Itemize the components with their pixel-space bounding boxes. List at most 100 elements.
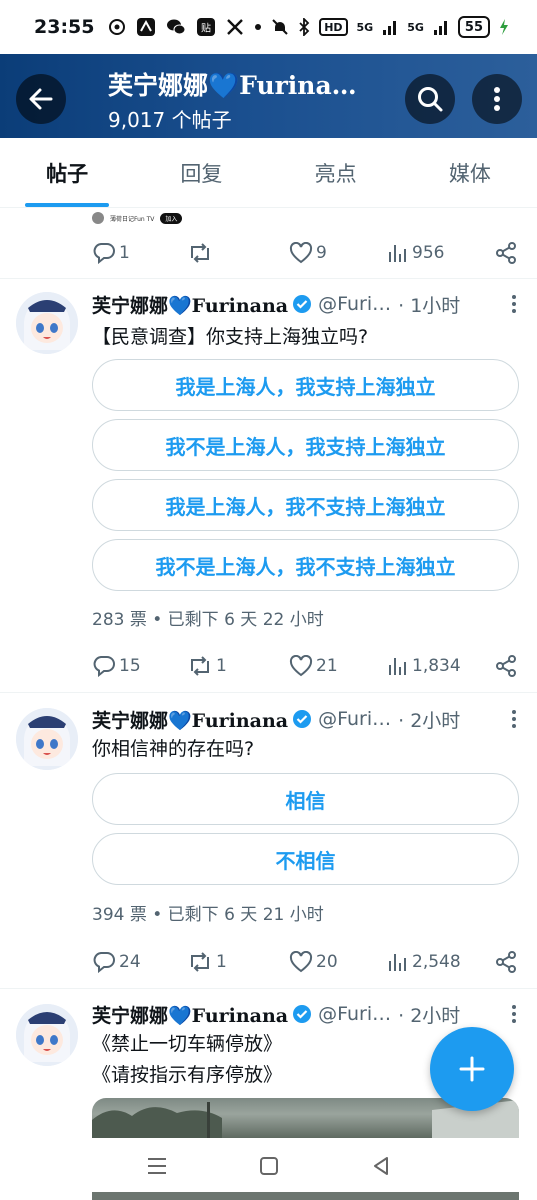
post-time[interactable]: · 2小时	[398, 1001, 460, 1028]
divider	[0, 692, 537, 693]
avatar[interactable]	[16, 1004, 78, 1066]
poll-option[interactable]: 我是上海人，我支持上海独立	[92, 359, 519, 411]
share-button[interactable]	[495, 242, 517, 264]
author-name[interactable]: 芙宁娜娜💙Furinana	[92, 706, 288, 733]
more-vertical-icon[interactable]	[511, 709, 517, 729]
repost-button[interactable]: 1	[187, 655, 289, 677]
x-logo-icon	[227, 19, 244, 35]
menu-icon[interactable]	[146, 1156, 168, 1176]
tab-media[interactable]: 媒体	[403, 138, 537, 207]
reply-count: 15	[119, 656, 141, 676]
mini-avatar	[92, 212, 104, 224]
compose-button[interactable]	[430, 1027, 514, 1111]
more-vertical-icon[interactable]	[511, 1004, 517, 1024]
poll-option[interactable]: 我不是上海人，我支持上海独立	[92, 419, 519, 471]
tab-highlights[interactable]: 亮点	[269, 138, 403, 207]
post-count: 9,017 个帖子	[108, 108, 232, 132]
system-icons: HD 5G 5G 55	[271, 16, 509, 38]
more-vertical-icon	[494, 87, 500, 111]
reply-button[interactable]: 1	[92, 242, 187, 264]
like-button[interactable]: 20	[289, 951, 387, 973]
poll-meta: 394 票 • 已剩下 6 天 21 小时	[92, 905, 324, 925]
like-count: 21	[316, 656, 338, 676]
more-vertical-icon[interactable]	[511, 294, 517, 314]
view-count: 1,834	[412, 656, 461, 676]
author-name[interactable]: 芙宁娜娜💙Furinana	[92, 291, 288, 318]
charging-icon	[500, 19, 508, 35]
poll-option[interactable]: 不相信	[92, 833, 519, 885]
views-icon	[389, 954, 406, 971]
avatar-image	[16, 1004, 78, 1066]
like-button[interactable]: 21	[289, 655, 387, 677]
home-icon[interactable]	[259, 1156, 279, 1176]
more-options-button[interactable]	[472, 74, 522, 124]
views-icon	[389, 658, 406, 675]
reply-button[interactable]: 24	[92, 951, 187, 973]
reply-count: 1	[119, 243, 130, 263]
post-time[interactable]: · 2小时	[398, 706, 460, 733]
svg-text:贴: 贴	[201, 22, 211, 35]
tweet-actions: 15 1 21 1,834	[92, 653, 517, 679]
status-bar: 23:55 贴 HD 5G 5G 55	[0, 0, 537, 54]
like-count: 9	[316, 243, 327, 263]
tweet-header: 芙宁娜娜💙Furinana @Furi… · 2小时	[92, 704, 517, 734]
repost-icon	[191, 656, 209, 676]
sim2-label: 5G	[407, 20, 424, 34]
signal-icon-2	[433, 21, 447, 35]
author-name[interactable]: 芙宁娜娜💙Furinana	[92, 1001, 288, 1028]
avatar-image	[16, 708, 78, 770]
share-icon	[496, 951, 516, 973]
views-button[interactable]: 956	[387, 242, 487, 264]
like-button[interactable]: 9	[289, 242, 387, 264]
sim1-label: 5G	[356, 20, 374, 34]
repost-icon	[191, 243, 209, 263]
mute-icon	[272, 19, 288, 35]
repost-button[interactable]: 1	[187, 951, 289, 973]
signal-icon	[383, 21, 397, 35]
views-button[interactable]: 2,548	[387, 951, 487, 973]
tab-replies[interactable]: 回复	[134, 138, 268, 207]
poll-option[interactable]: 我是上海人，我不支持上海独立	[92, 479, 519, 531]
share-button[interactable]	[495, 951, 517, 973]
share-button[interactable]	[495, 655, 517, 677]
wechat-icon	[167, 19, 186, 35]
views-button[interactable]: 1,834	[387, 655, 487, 677]
views-icon	[389, 245, 406, 262]
share-icon	[496, 655, 516, 677]
tweet-text-line: 《请按指示有序停放》	[92, 1064, 283, 1086]
partial-post-actions: 1 9 956	[92, 240, 517, 266]
arrow-left-icon	[29, 88, 53, 110]
back-nav-icon[interactable]	[371, 1156, 391, 1176]
avatar[interactable]	[16, 292, 78, 354]
avatar[interactable]	[16, 708, 78, 770]
heart-icon	[289, 242, 313, 264]
repost-button[interactable]	[187, 242, 289, 264]
search-icon	[418, 87, 443, 112]
like-count: 20	[316, 952, 338, 972]
share-icon	[496, 242, 516, 264]
author-handle[interactable]: @Furi…	[318, 1003, 398, 1025]
avatar-image	[16, 292, 78, 354]
tab-label: 媒体	[448, 161, 491, 186]
repost-icon	[191, 952, 209, 972]
poll-meta: 283 票 • 已剩下 6 天 22 小时	[92, 610, 324, 630]
repost-count: 1	[216, 952, 227, 972]
author-handle[interactable]: @Furi…	[318, 708, 398, 730]
tab-posts[interactable]: 帖子	[0, 138, 134, 207]
search-button[interactable]	[405, 74, 455, 124]
reply-icon	[93, 952, 115, 973]
back-button[interactable]	[16, 74, 66, 124]
profile-header: 芙宁娜娜💙Furina… 9,017 个帖子	[0, 54, 537, 138]
reply-button[interactable]: 15	[92, 655, 187, 677]
view-count: 2,548	[412, 952, 461, 972]
author-handle[interactable]: @Furi…	[318, 293, 398, 315]
poll-option[interactable]: 相信	[92, 773, 519, 825]
post-time[interactable]: · 1小时	[398, 291, 460, 318]
poll-option[interactable]: 我不是上海人，我不支持上海独立	[92, 539, 519, 591]
status-time: 23:55	[34, 16, 95, 38]
bluetooth-icon	[299, 18, 310, 36]
partial-post-media-strip: 薄荷日记Fun TV 加入	[92, 208, 517, 228]
verified-badge-icon	[293, 1005, 312, 1023]
tweet-text-line: 《禁止一切车辆停放》	[92, 1033, 283, 1055]
heart-icon	[289, 655, 313, 677]
